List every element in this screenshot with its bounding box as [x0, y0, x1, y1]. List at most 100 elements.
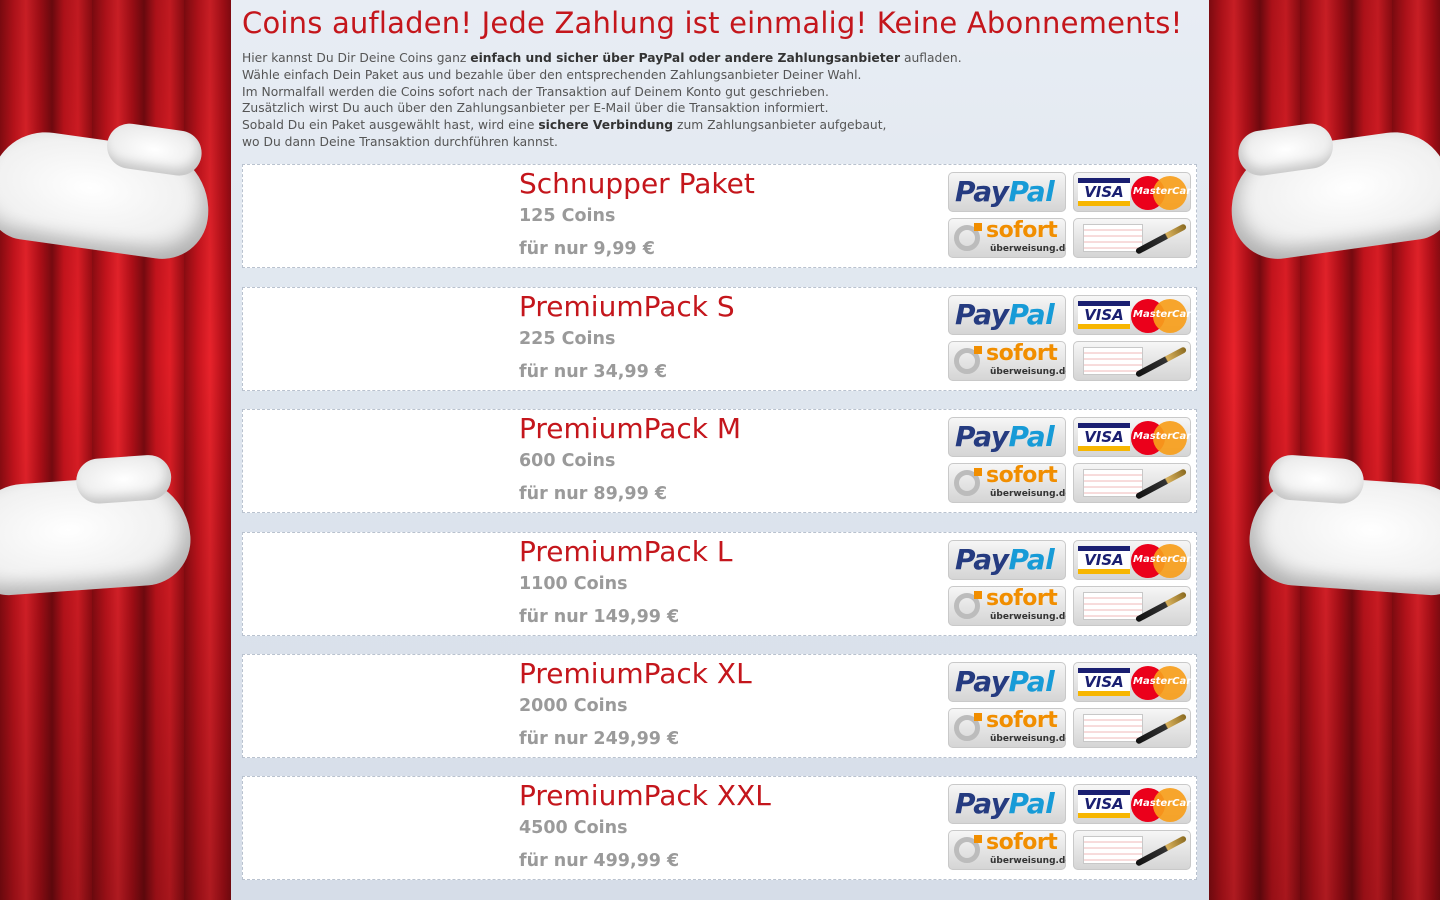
paypal-logo-icon: PayPal [955, 543, 1055, 576]
bank-transfer-button[interactable] [1073, 830, 1191, 870]
visa-logo-icon: VISA [1078, 546, 1130, 574]
package-card[interactable]: PremiumPack XXL 4500 Coins für nur 499,9… [242, 776, 1197, 880]
credit-card-button[interactable]: VISAMasterCard [1073, 784, 1191, 824]
payment-options: PayPal VISAMasterCard sofortüberweisung.… [948, 662, 1194, 750]
mastercard-text: MasterCard [1133, 676, 1191, 687]
mastercard-logo-icon: MasterCard [1131, 421, 1191, 455]
package-card[interactable]: PremiumPack XL 2000 Coins für nur 249,99… [242, 654, 1197, 758]
payment-options: PayPal VISAMasterCard sofortüberweisung.… [948, 172, 1194, 260]
sofort-button[interactable]: sofort überweisung.de [948, 708, 1066, 748]
sofort-text: sofort [986, 218, 1058, 243]
visa-logo-icon: VISA [1078, 790, 1130, 818]
credit-card-button[interactable]: VISAMasterCard [1073, 540, 1191, 580]
paypal-logo-text: Pal [1008, 665, 1055, 698]
sofort-button[interactable]: sofort überweisung.de [948, 463, 1066, 503]
sofort-square [974, 835, 982, 843]
package-coins: 600 Coins [519, 451, 616, 471]
paypal-logo-icon: PayPal [955, 787, 1055, 820]
paypal-logo-icon: PayPal [955, 420, 1055, 453]
package-info: Schnupper Paket 125 Coins für nur 9,99 € [519, 167, 755, 261]
package-info: PremiumPack XL 2000 Coins für nur 249,99… [519, 657, 752, 751]
paypal-logo-text: Pal [1008, 787, 1055, 820]
package-name: PremiumPack XXL [519, 779, 771, 812]
paypal-button[interactable]: PayPal [948, 784, 1066, 824]
credit-card-button[interactable]: VISAMasterCard [1073, 662, 1191, 702]
visa-logo-icon: VISA [1078, 301, 1130, 329]
page-title: Coins aufladen! Jede Zahlung ist einmali… [242, 6, 1183, 40]
intro-text: Hier kannst Du Dir Deine Coins ganz einf… [242, 50, 1198, 151]
sofort-text: sofort [986, 341, 1058, 366]
package-card[interactable]: PremiumPack M 600 Coins für nur 89,99 € … [242, 409, 1197, 513]
intro-text-part: Hier kannst Du Dir Deine Coins ganz [242, 51, 471, 65]
sofort-subtext: überweisung.de [990, 612, 1066, 622]
paypal-button[interactable]: PayPal [948, 295, 1066, 335]
intro-line: Sobald Du ein Paket ausgewählt hast, wir… [242, 117, 1198, 134]
sofort-button[interactable]: sofort überweisung.de [948, 586, 1066, 626]
bank-transfer-button[interactable] [1073, 463, 1191, 503]
intro-line: Wähle einfach Dein Paket aus und bezahle… [242, 67, 862, 82]
bank-transfer-button[interactable] [1073, 586, 1191, 626]
package-price: für nur 149,99 € [519, 607, 680, 627]
paypal-logo-text: Pay [955, 298, 1009, 331]
payment-options: PayPal VISAMasterCard sofortüberweisung.… [948, 784, 1194, 872]
paypal-button[interactable]: PayPal [948, 662, 1066, 702]
sofort-button[interactable]: sofort überweisung.de [948, 341, 1066, 381]
credit-card-button[interactable]: VISAMasterCard [1073, 295, 1191, 335]
package-info: PremiumPack XXL 4500 Coins für nur 499,9… [519, 779, 771, 873]
payment-options: PayPal VISAMasterCard sofortüberweisung.… [948, 295, 1194, 383]
sofort-text: sofort [986, 830, 1058, 855]
package-card[interactable]: PremiumPack L 1100 Coins für nur 149,99 … [242, 532, 1197, 636]
bank-transfer-button[interactable] [1073, 708, 1191, 748]
package-price: für nur 9,99 € [519, 239, 655, 259]
sofort-button[interactable]: sofort überweisung.de [948, 830, 1066, 870]
package-price: für nur 34,99 € [519, 362, 668, 382]
bank-transfer-button[interactable] [1073, 218, 1191, 258]
coin-shop-panel: Coins aufladen! Jede Zahlung ist einmali… [231, 0, 1209, 900]
sofort-square [974, 223, 982, 231]
package-card[interactable]: Schnupper Paket 125 Coins für nur 9,99 €… [242, 164, 1197, 268]
sofort-square [974, 713, 982, 721]
paypal-logo-text: Pay [955, 787, 1009, 820]
sofort-subtext: überweisung.de [990, 244, 1066, 254]
mastercard-logo-icon: MasterCard [1131, 666, 1191, 700]
package-coins: 2000 Coins [519, 696, 628, 716]
package-price: für nur 499,99 € [519, 851, 680, 871]
package-price: für nur 249,99 € [519, 729, 680, 749]
visa-logo-icon: VISA [1078, 178, 1130, 206]
paypal-logo-text: Pay [955, 175, 1009, 208]
payment-options: PayPal VISAMasterCard sofortüberweisung.… [948, 540, 1194, 628]
paypal-button[interactable]: PayPal [948, 540, 1066, 580]
intro-emphasis: sichere Verbindung [538, 118, 674, 133]
mastercard-logo-icon: MasterCard [1131, 544, 1191, 578]
bank-transfer-button[interactable] [1073, 341, 1191, 381]
paypal-logo-text: Pay [955, 420, 1009, 453]
visa-logo-icon: VISA [1078, 668, 1130, 696]
package-card[interactable]: PremiumPack S 225 Coins für nur 34,99 € … [242, 287, 1197, 391]
transfer-form-icon [1083, 469, 1143, 497]
mastercard-text: MasterCard [1133, 554, 1191, 565]
mastercard-text: MasterCard [1133, 431, 1191, 442]
sofort-button[interactable]: sofort überweisung.de [948, 218, 1066, 258]
intro-line: Im Normalfall werden die Coins sofort na… [242, 84, 829, 99]
paypal-logo-text: Pal [1008, 298, 1055, 331]
transfer-form-icon [1083, 592, 1143, 620]
paypal-logo-text: Pay [955, 665, 1009, 698]
paypal-logo-icon: PayPal [955, 175, 1055, 208]
payment-options: PayPal VISAMasterCard sofortüberweisung.… [948, 417, 1194, 505]
white-glove-hand [1246, 472, 1440, 598]
paypal-logo-text: Pal [1008, 420, 1055, 453]
mastercard-logo-icon: MasterCard [1131, 176, 1191, 210]
mastercard-logo-icon: MasterCard [1131, 788, 1191, 822]
credit-card-button[interactable]: VISAMasterCard [1073, 172, 1191, 212]
package-coins: 225 Coins [519, 329, 616, 349]
package-info: PremiumPack S 225 Coins für nur 34,99 € [519, 290, 735, 384]
package-price: für nur 89,99 € [519, 484, 668, 504]
package-name: PremiumPack M [519, 412, 742, 445]
paypal-logo-text: Pal [1008, 543, 1055, 576]
paypal-button[interactable]: PayPal [948, 417, 1066, 457]
visa-logo-icon: VISA [1078, 423, 1130, 451]
intro-text-part: Sobald Du ein Paket ausgewählt hast, wir… [242, 118, 539, 133]
paypal-button[interactable]: PayPal [948, 172, 1066, 212]
package-name: Schnupper Paket [519, 167, 755, 200]
credit-card-button[interactable]: VISAMasterCard [1073, 417, 1191, 457]
